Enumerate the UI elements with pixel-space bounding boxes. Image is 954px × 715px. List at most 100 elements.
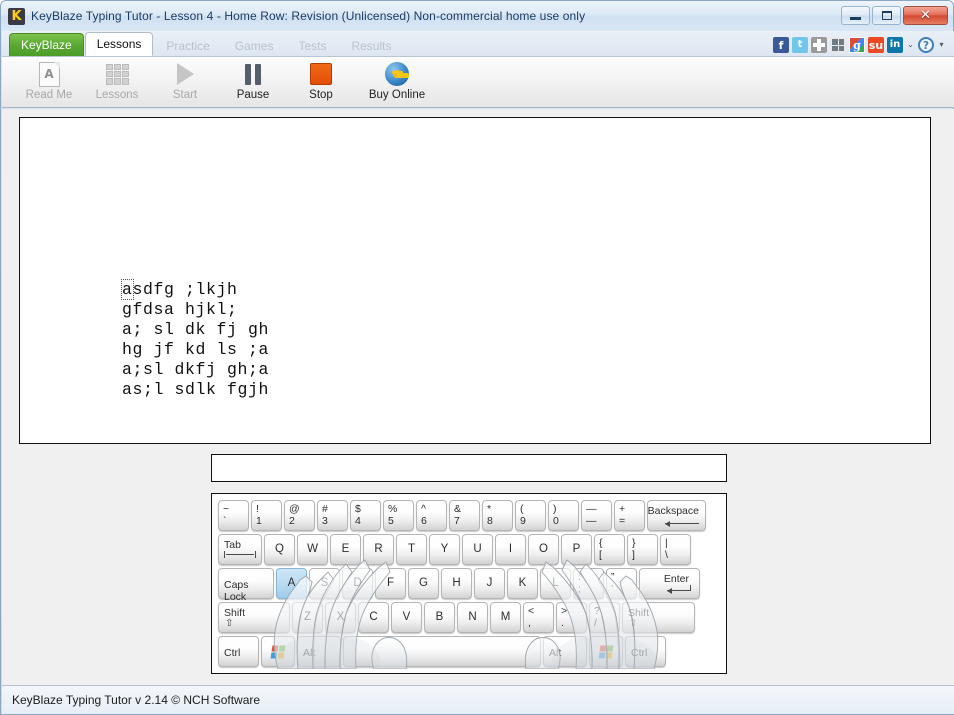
google-icon[interactable]: g	[849, 37, 865, 53]
key-1-top: !	[256, 503, 259, 515]
tab-lessons-label: Lessons	[96, 37, 142, 51]
key-s[interactable]: S	[309, 568, 340, 599]
key-shift-left[interactable]: Shift ⇧	[218, 602, 290, 633]
key-i[interactable]: I	[495, 534, 526, 565]
key-0[interactable]: ) 0	[548, 500, 579, 531]
stumbleupon-icon[interactable]: su	[868, 37, 884, 53]
google-plus-icon[interactable]	[811, 37, 827, 53]
key-w[interactable]: W	[297, 534, 328, 565]
key-o[interactable]: O	[528, 534, 559, 565]
key-a[interactable]: A	[276, 568, 307, 599]
key-6-bottom: 6	[421, 515, 427, 527]
key-t[interactable]: T	[396, 534, 427, 565]
key-h[interactable]: H	[441, 568, 472, 599]
key-4[interactable]: $4	[350, 500, 381, 531]
key-ctrl-right[interactable]: Ctrl	[625, 636, 666, 667]
tab-results[interactable]: Results	[339, 34, 403, 56]
key-tab[interactable]: Tab	[218, 534, 262, 565]
help-icon[interactable]: ?	[918, 37, 934, 53]
key-r[interactable]: R	[363, 534, 394, 565]
key-quote[interactable]: ”’	[606, 568, 637, 599]
lesson-line-4: hg jf kd ls ;a	[122, 340, 270, 359]
key-m[interactable]: M	[490, 602, 521, 633]
keyboard-row-numbers: ~ ` ! 1 @2 #3 $4 % 5 ^ 6 & 7 * 8 (9 ) 0 — — + = B…	[218, 500, 722, 532]
key-semicolon[interactable]: :;	[573, 568, 604, 599]
key-ctrl-left[interactable]: Ctrl	[218, 636, 259, 667]
key-8[interactable]: * 8	[482, 500, 513, 531]
dropdown-arrow-icon[interactable]: ▾	[937, 37, 946, 53]
key-g[interactable]: G	[408, 568, 439, 599]
key-windows-right[interactable]	[589, 636, 623, 667]
key-7[interactable]: & 7	[449, 500, 480, 531]
key-shift-right[interactable]: Shift ⇧	[622, 602, 695, 633]
key-e[interactable]: E	[330, 534, 361, 565]
key-z[interactable]: Z	[292, 602, 323, 633]
key-caps-lock[interactable]: Caps Lock	[218, 568, 274, 603]
minimize-button[interactable]	[841, 6, 870, 25]
key-equals[interactable]: + =	[614, 500, 645, 531]
lessons-button[interactable]: Lessons	[84, 57, 150, 107]
key-bracket-left[interactable]: {[	[594, 534, 625, 565]
key-1[interactable]: ! 1	[251, 500, 282, 531]
key-c[interactable]: C	[358, 602, 389, 633]
key-space[interactable]	[343, 636, 541, 667]
pause-button[interactable]: Pause	[220, 57, 286, 107]
key-backspace[interactable]: Backspace	[647, 500, 706, 531]
key-alt-left[interactable]: Alt	[297, 636, 341, 667]
key-comma[interactable]: <,	[523, 602, 554, 633]
key-5[interactable]: % 5	[383, 500, 414, 531]
key-q[interactable]: Q	[264, 534, 295, 565]
key-ctrl-right-label: Ctrl	[631, 647, 648, 659]
key-d[interactable]: D	[342, 568, 373, 599]
twitter-icon[interactable]: t	[792, 37, 808, 53]
linkedin-icon[interactable]: in	[887, 37, 903, 53]
key-j[interactable]: J	[474, 568, 505, 599]
tab-tests[interactable]: Tests	[286, 34, 338, 56]
stop-button[interactable]: Stop	[288, 57, 354, 107]
key-y[interactable]: Y	[429, 534, 460, 565]
chevron-down-icon[interactable]: ⌄	[906, 37, 915, 53]
key-k[interactable]: K	[507, 568, 538, 599]
stop-icon	[307, 61, 335, 87]
key-alt-right[interactable]: Alt	[543, 636, 587, 667]
key-9[interactable]: (9	[515, 500, 546, 531]
tab-practice[interactable]: Practice	[154, 34, 221, 56]
key-2-top: @	[289, 503, 300, 515]
start-button[interactable]: Start	[152, 57, 218, 107]
key-2-bottom: 2	[289, 515, 295, 527]
keyboard-row-shift: Shift ⇧ Z X C V B N M <, >. ? / Shift ⇧	[218, 602, 722, 634]
key-6[interactable]: ^ 6	[416, 500, 447, 531]
buy-online-button[interactable]: Buy Online	[356, 57, 438, 107]
key-bracket-right-top: }	[632, 537, 636, 549]
key-v[interactable]: V	[391, 602, 422, 633]
key-minus[interactable]: — —	[581, 500, 612, 531]
facebook-icon[interactable]: f	[773, 37, 789, 53]
digg-icon[interactable]	[830, 37, 846, 53]
key-n-label: N	[468, 611, 477, 623]
key-b[interactable]: B	[424, 602, 455, 633]
key-u[interactable]: U	[462, 534, 493, 565]
key-slash[interactable]: ? /	[589, 602, 620, 633]
key-3[interactable]: #3	[317, 500, 348, 531]
tab-games[interactable]: Games	[223, 34, 286, 56]
key-p[interactable]: P	[561, 534, 592, 565]
key-x[interactable]: X	[325, 602, 356, 633]
key-bracket-right[interactable]: }]	[627, 534, 658, 565]
key-f[interactable]: F	[375, 568, 406, 599]
google-glyph: g	[853, 38, 861, 52]
key-backtick[interactable]: ~ `	[218, 500, 249, 531]
tab-lessons[interactable]: Lessons	[84, 32, 154, 56]
key-8-bottom: 8	[487, 515, 493, 527]
maximize-button[interactable]	[872, 6, 901, 25]
tab-keyblaze[interactable]: KeyBlaze	[9, 33, 84, 56]
key-l[interactable]: L	[540, 568, 571, 599]
key-windows-left[interactable]	[261, 636, 295, 667]
close-button[interactable]: ✕	[903, 6, 948, 25]
key-2[interactable]: @2	[284, 500, 315, 531]
read-me-button[interactable]: A Read Me	[16, 57, 82, 107]
key-enter[interactable]: Enter	[639, 568, 700, 599]
key-backslash[interactable]: | \	[660, 534, 691, 565]
key-n[interactable]: N	[457, 602, 488, 633]
key-period[interactable]: >.	[556, 602, 587, 633]
typing-input[interactable]	[211, 454, 727, 482]
